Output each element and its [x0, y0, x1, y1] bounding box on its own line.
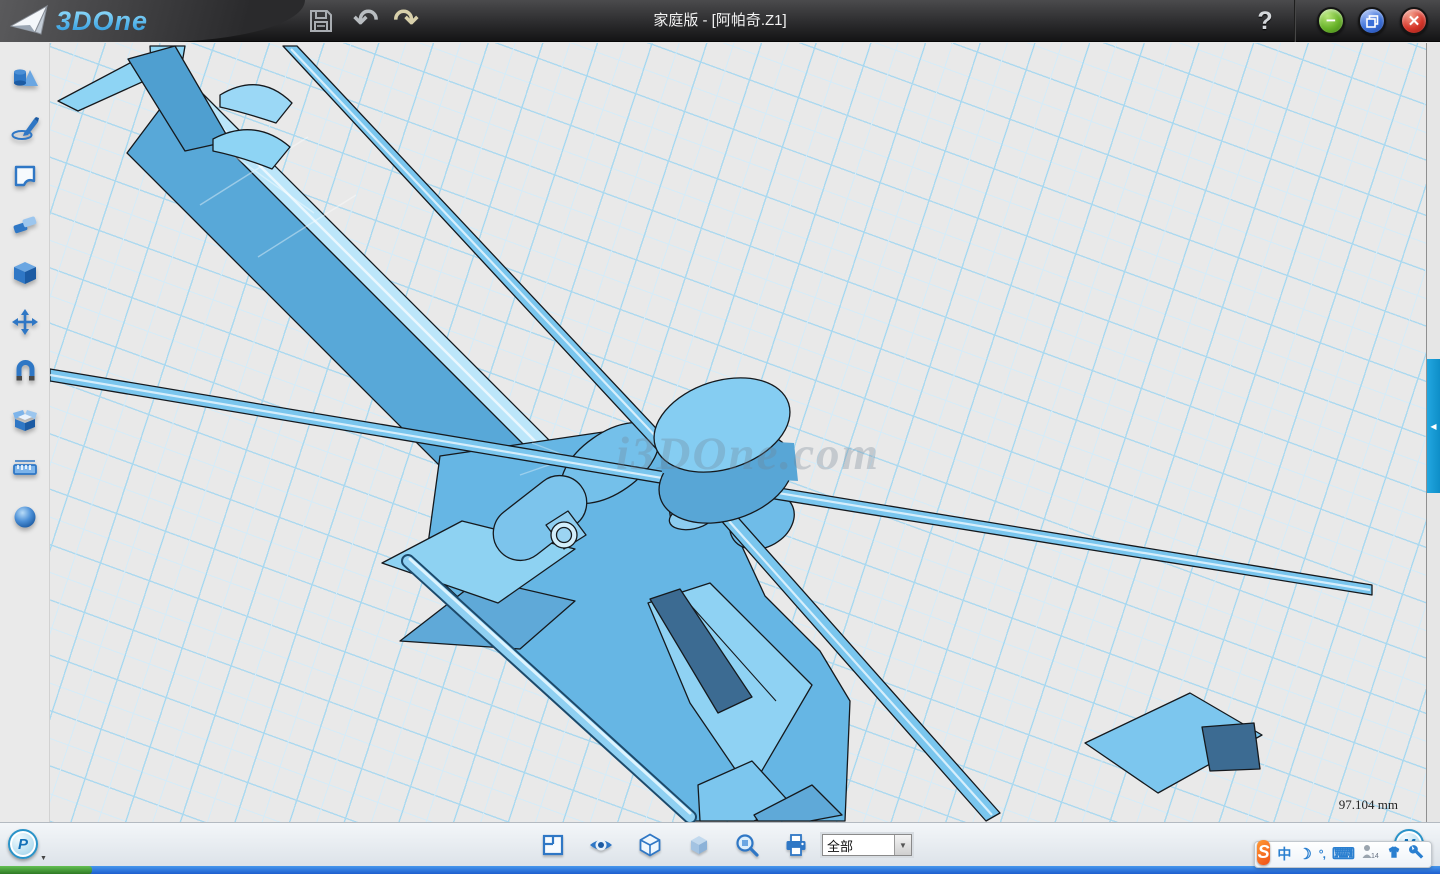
redo-icon[interactable]: ↷: [390, 0, 422, 42]
close-button[interactable]: ✕: [1400, 7, 1428, 35]
minimize-button[interactable]: −: [1317, 7, 1345, 35]
display-filter-dropdown[interactable]: 全部 ▼: [822, 834, 912, 856]
paper-plane-icon: [10, 4, 50, 38]
print-icon[interactable]: [783, 832, 809, 858]
measure-ruler-icon[interactable]: [11, 454, 39, 482]
restore-button[interactable]: [1358, 7, 1386, 35]
viewport-3d-canvas[interactable]: i3DOne.com 97.104 mm: [50, 43, 1426, 822]
shaded-display-icon[interactable]: [686, 832, 712, 858]
ime-language-toggle[interactable]: 中: [1277, 841, 1291, 868]
ime-punctuation-toggle[interactable]: °,: [1319, 841, 1325, 868]
primitive-solids-icon[interactable]: [11, 65, 39, 93]
sweep-edit-icon[interactable]: [11, 211, 39, 239]
profile-badge[interactable]: P: [8, 829, 38, 859]
ime-skin-shirt-icon[interactable]: [1386, 844, 1402, 865]
ime-settings-wrench-icon[interactable]: [1409, 844, 1425, 865]
view-layout-icon[interactable]: [540, 832, 566, 858]
panel-expand-tab[interactable]: ◀: [1427, 359, 1440, 493]
sketch-plane-icon[interactable]: [11, 162, 39, 190]
feature-cube-icon[interactable]: [11, 259, 39, 287]
snap-magnet-icon[interactable]: [11, 357, 39, 385]
start-button[interactable]: [0, 866, 92, 874]
move-transform-icon[interactable]: [11, 308, 39, 336]
titlebar: 3DOne ↶ ↷ 家庭版 - [阿帕奇.Z1] ? − ✕: [0, 0, 1440, 42]
logo-area: 3DOne: [0, 0, 305, 42]
help-icon[interactable]: ?: [1248, 0, 1282, 42]
ime-toolbar: S 中 ☽ °, ⌨ 14: [1254, 841, 1432, 868]
helicopter-model: [50, 43, 1426, 822]
sketch-draw-icon[interactable]: [11, 114, 39, 142]
profile-caret-icon[interactable]: ▼: [40, 855, 47, 862]
restore-icon: [1366, 15, 1379, 28]
undo-icon[interactable]: ↶: [350, 0, 382, 42]
zoom-view-icon[interactable]: [734, 832, 760, 858]
ime-logo[interactable]: S: [1257, 840, 1270, 865]
chevron-left-icon: ◀: [1430, 422, 1436, 431]
app-name: 3DOne: [56, 6, 148, 37]
svg-text:14: 14: [1371, 853, 1379, 860]
visibility-eye-icon[interactable]: [588, 832, 614, 858]
app-logo: 3DOne: [10, 4, 148, 38]
right-strip: ◀: [1426, 43, 1440, 822]
ime-fullwidth-moon-icon[interactable]: ☽: [1298, 841, 1311, 868]
left-toolbar: [0, 43, 50, 822]
bottom-toolbar: P ▼: [0, 822, 1440, 866]
ime-keyboard-icon[interactable]: ⌨: [1332, 841, 1355, 868]
os-taskbar: [0, 866, 1440, 874]
dropdown-caret-icon[interactable]: ▼: [894, 835, 911, 855]
wireframe-display-icon[interactable]: [637, 832, 663, 858]
combine-boolean-icon[interactable]: [11, 406, 39, 434]
titlebar-separator: [1294, 0, 1296, 42]
render-sphere-icon[interactable]: [11, 503, 39, 531]
display-filter-value: 全部: [823, 836, 894, 855]
save-icon[interactable]: [306, 0, 336, 42]
ime-person-icon[interactable]: 14: [1362, 844, 1379, 865]
